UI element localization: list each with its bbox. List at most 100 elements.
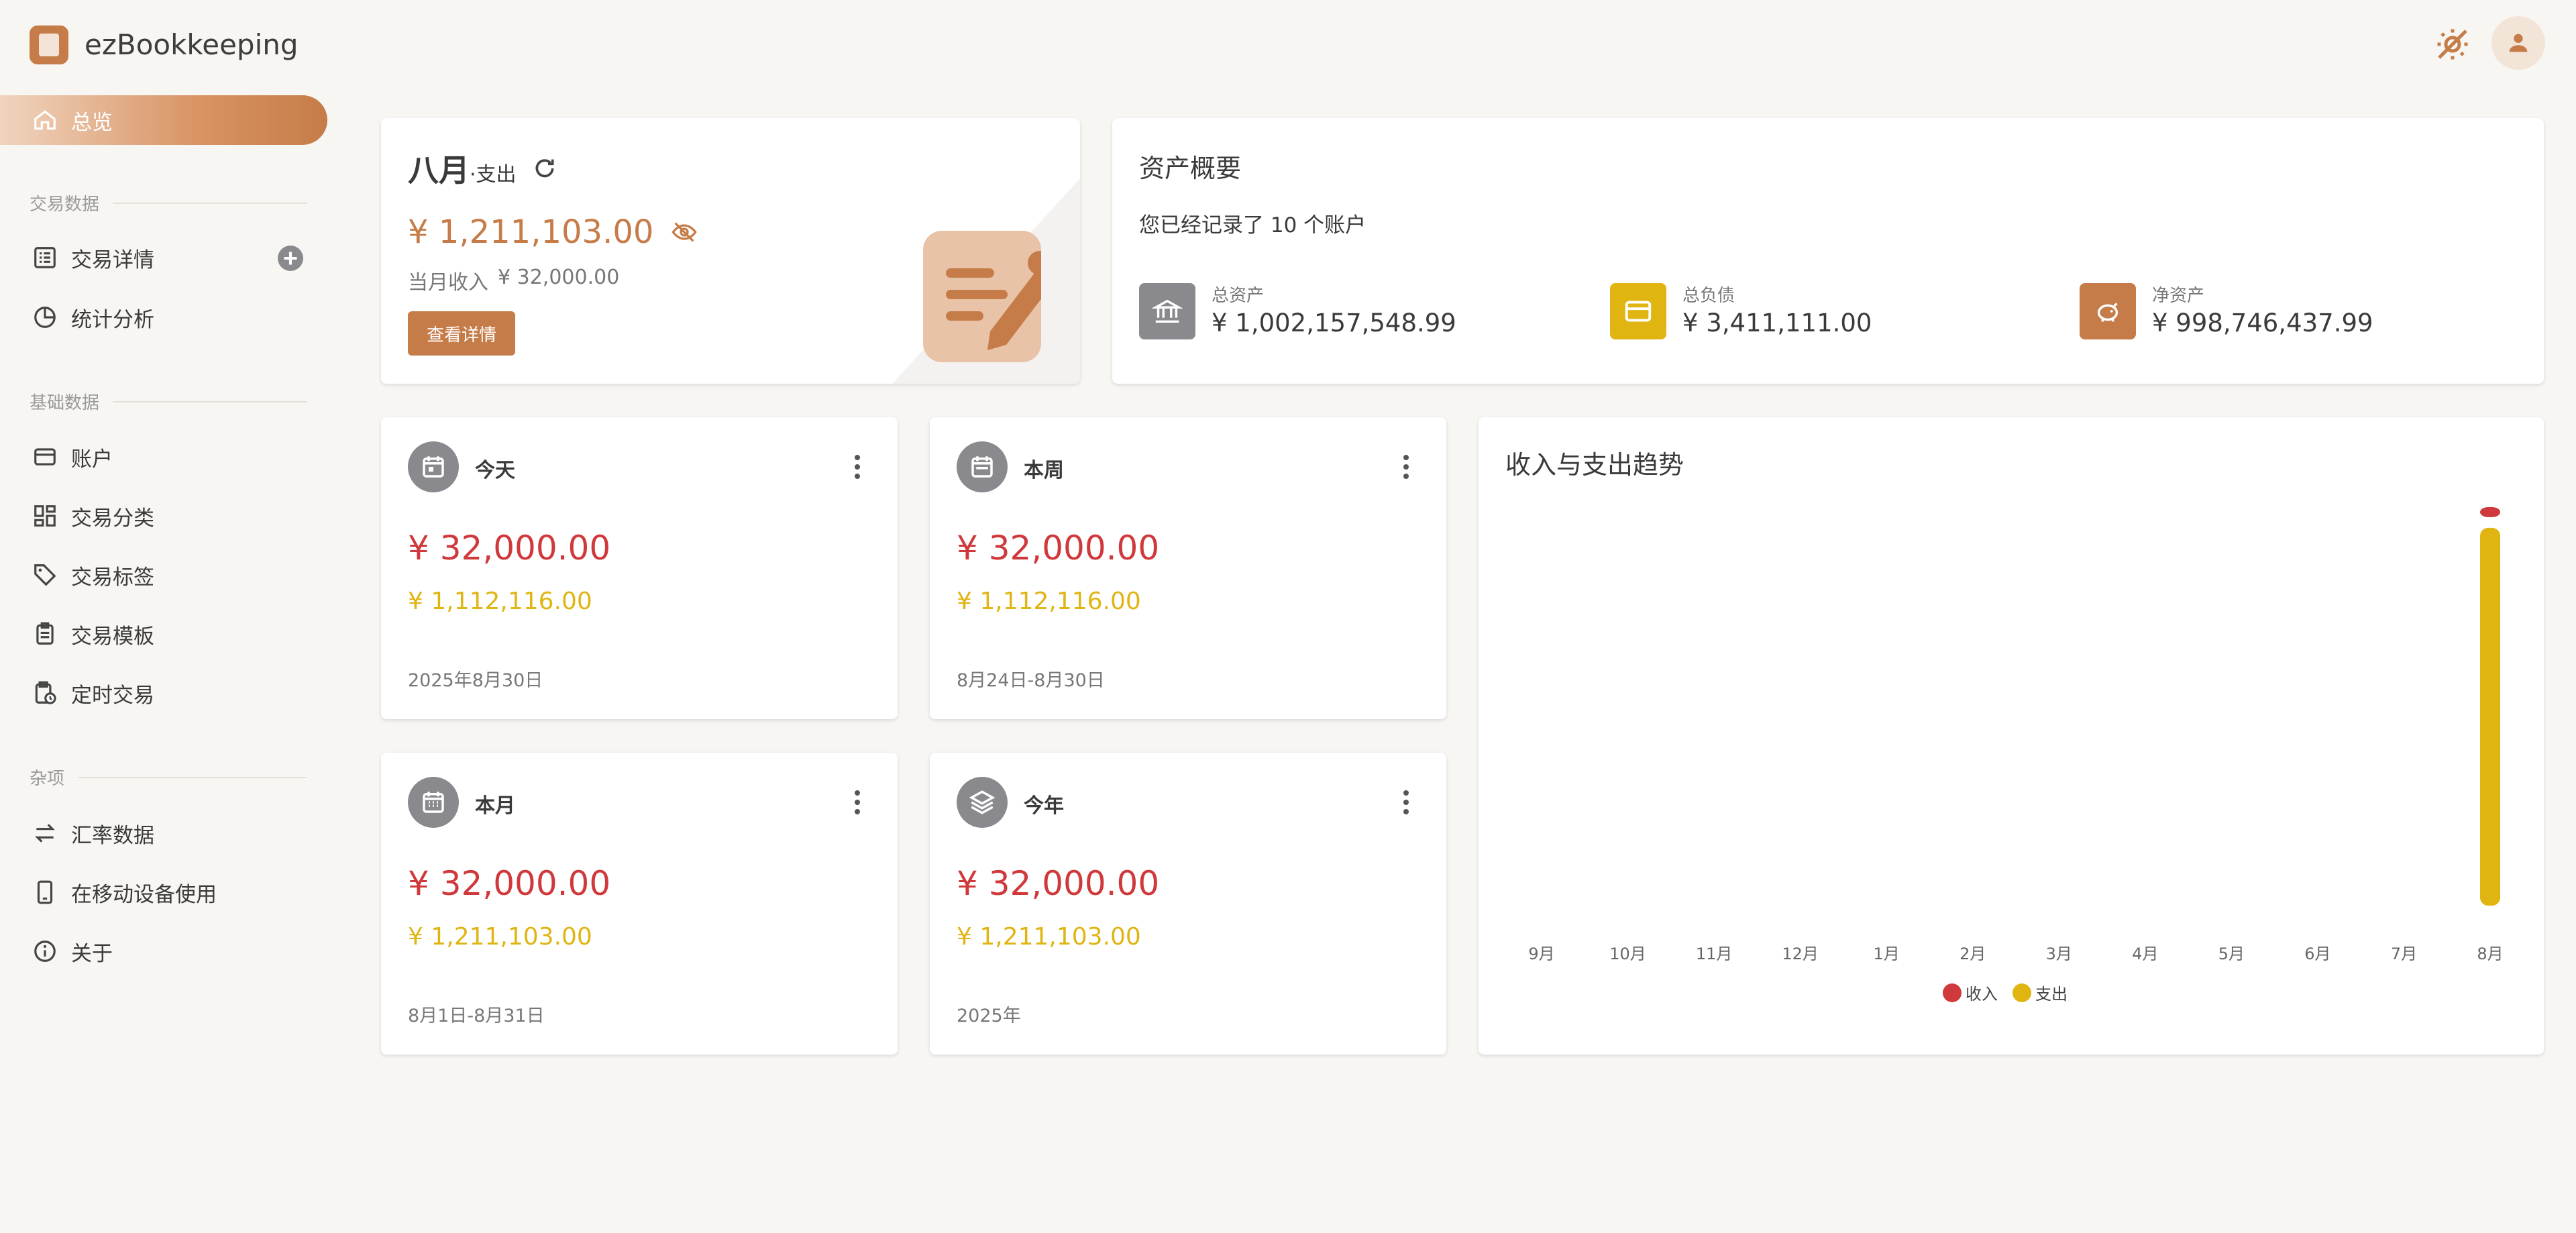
asset-overview-card: 资产概要 您已经记录了 10 个账户 总资产 ¥ 1,002,157,548.9… [1112,118,2544,384]
sidebar-item-overview[interactable]: 总览 [0,95,327,145]
bar-income[interactable] [2480,507,2500,517]
sidebar-item-categories[interactable]: 交易分类 [32,496,154,536]
x-tick-label: 6月 [2304,945,2330,963]
bank-icon [1139,283,1195,339]
swap-icon [35,824,55,843]
trend-chart: 9月 10月 11月 12月 1月 2月 3月 4月 5月 6月 7月 8月收入 支出 [1528,507,2504,1004]
period-income: ¥ 32,000.00 [957,864,1160,903]
x-tick-label: 2月 [1960,945,1986,963]
calendar-today-icon [408,441,459,492]
calendar-week-icon [957,441,1008,492]
clipboard-icon [36,622,54,645]
total-assets-label: 总资产 [1212,286,1265,306]
calendar-month-icon [408,777,459,828]
period-title: 今年 [1024,794,1064,818]
period-title: 今天 [475,459,515,482]
sidebar-item-scheduled[interactable]: 定时交易 [32,673,154,713]
notepad-icon [923,231,1057,362]
credit-card-icon [34,448,56,466]
tag-icon [34,564,56,586]
home-icon [34,110,56,130]
eye-off-icon[interactable] [671,219,698,246]
section-misc: 杂项 [30,765,307,790]
layers-icon [957,777,1008,828]
month-title: 八月 [408,152,470,189]
app-title: ezBookkeeping [85,28,299,61]
month-income-value: ¥ 32,000.00 [498,266,620,289]
x-tick-label: 7月 [2391,945,2417,963]
sidebar-item-about[interactable]: 关于 [32,931,113,971]
view-details-button[interactable]: 查看详情 [408,311,515,356]
month-expense-amount: ¥ 1,211,103.00 [408,213,654,251]
sidebar-item-label: 总览 [71,110,113,135]
net-assets-value: ¥ 998,746,437.99 [2152,309,2373,337]
period-card-today: 今天 ¥ 32,000.00 ¥ 1,112,116.00 2025年8月30日 [381,417,898,719]
period-range: 2025年8月30日 [408,670,543,691]
total-assets-value: ¥ 1,002,157,548.99 [1212,309,1456,337]
info-icon [34,941,56,962]
sidebar-item-mobile[interactable]: 在移动设备使用 [32,872,217,912]
period-range: 2025年 [957,1006,1021,1026]
legend-marker[interactable] [1943,983,1962,1002]
asset-title: 资产概要 [1139,154,1242,183]
period-income: ¥ 32,000.00 [408,529,611,568]
period-expense: ¥ 1,112,116.00 [408,588,592,615]
pie-chart-icon [34,307,56,328]
x-tick-label: 5月 [2218,945,2245,963]
x-tick-label: 10月 [1609,945,1646,963]
more-options-icon[interactable] [844,782,871,822]
period-card-week: 本周 ¥ 32,000.00 ¥ 1,112,116.00 8月24日-8月30… [930,417,1446,719]
section-transaction-data: 交易数据 [30,191,307,215]
period-range: 8月24日-8月30日 [957,670,1105,691]
total-liabilities-label: 总负债 [1682,286,1735,306]
add-transaction-button[interactable] [278,246,303,271]
x-tick-label: 3月 [2046,945,2072,963]
sidebar-item-transaction-details[interactable]: 交易详情 [32,237,154,278]
x-tick-label: 11月 [1696,945,1733,963]
section-basic-data: 基础数据 [30,389,307,414]
x-tick-label: 9月 [1528,945,1554,963]
month-subtitle: ·支出 [470,163,517,186]
user-avatar[interactable] [2491,16,2545,70]
sidebar-item-tags[interactable]: 交易标签 [32,555,154,595]
sidebar-item-exchange-rates[interactable]: 汇率数据 [32,813,154,853]
sidebar-item-accounts[interactable]: 账户 [32,437,113,477]
period-title: 本月 [475,794,515,818]
period-card-month: 本月 ¥ 32,000.00 ¥ 1,211,103.00 8月1日-8月31日 [381,753,898,1055]
legend-label[interactable]: 支出 [2035,985,2068,1004]
app-logo [30,25,68,64]
refresh-icon[interactable] [531,155,558,182]
period-expense: ¥ 1,211,103.00 [957,923,1141,951]
sidebar-item-statistics[interactable]: 统计分析 [32,297,154,337]
trend-chart-card: 收入与支出趋势 9月 10月 11月 12月 1月 2月 3月 4月 5月 6月 7月 8月 收入 支出 [1479,417,2544,1055]
more-options-icon[interactable] [1393,447,1419,487]
total-liabilities-value: ¥ 3,411,111.00 [1682,309,1872,337]
x-tick-label: 1月 [1874,945,1900,963]
period-title: 本周 [1024,459,1064,482]
clipboard-clock-icon [35,681,56,704]
period-income: ¥ 32,000.00 [408,864,611,903]
more-options-icon[interactable] [1393,782,1419,822]
legend-marker[interactable] [2012,983,2031,1002]
sidebar-item-templates[interactable]: 交易模板 [32,614,154,654]
month-income-label: 当月收入 [408,271,488,294]
period-expense: ¥ 1,112,116.00 [957,588,1141,615]
more-options-icon[interactable] [844,447,871,487]
credit-card-icon [1610,283,1666,339]
x-tick-label: 12月 [1782,945,1819,963]
period-income: ¥ 32,000.00 [957,529,1160,568]
legend-label[interactable]: 收入 [1966,985,1998,1004]
phone-icon [37,880,53,904]
piggy-bank-icon [2080,283,2136,339]
net-assets-label: 净资产 [2152,286,2205,306]
bar-expense[interactable] [2480,527,2500,906]
asset-subtitle: 您已经记录了 10 个账户 [1139,213,1366,237]
period-range: 8月1日-8月31日 [408,1006,545,1026]
theme-toggle-icon[interactable] [2432,24,2473,64]
period-card-year: 今年 ¥ 32,000.00 ¥ 1,211,103.00 2025年 [930,753,1446,1055]
x-tick-label: 4月 [2132,945,2158,963]
x-tick-label: 8月 [2477,945,2503,963]
period-expense: ¥ 1,211,103.00 [408,923,592,951]
list-icon [34,247,56,268]
month-expense-card: 八月 ·支出 ¥ 1,211,103.00 当月收入 ¥ 32,000.00 查… [381,118,1080,384]
